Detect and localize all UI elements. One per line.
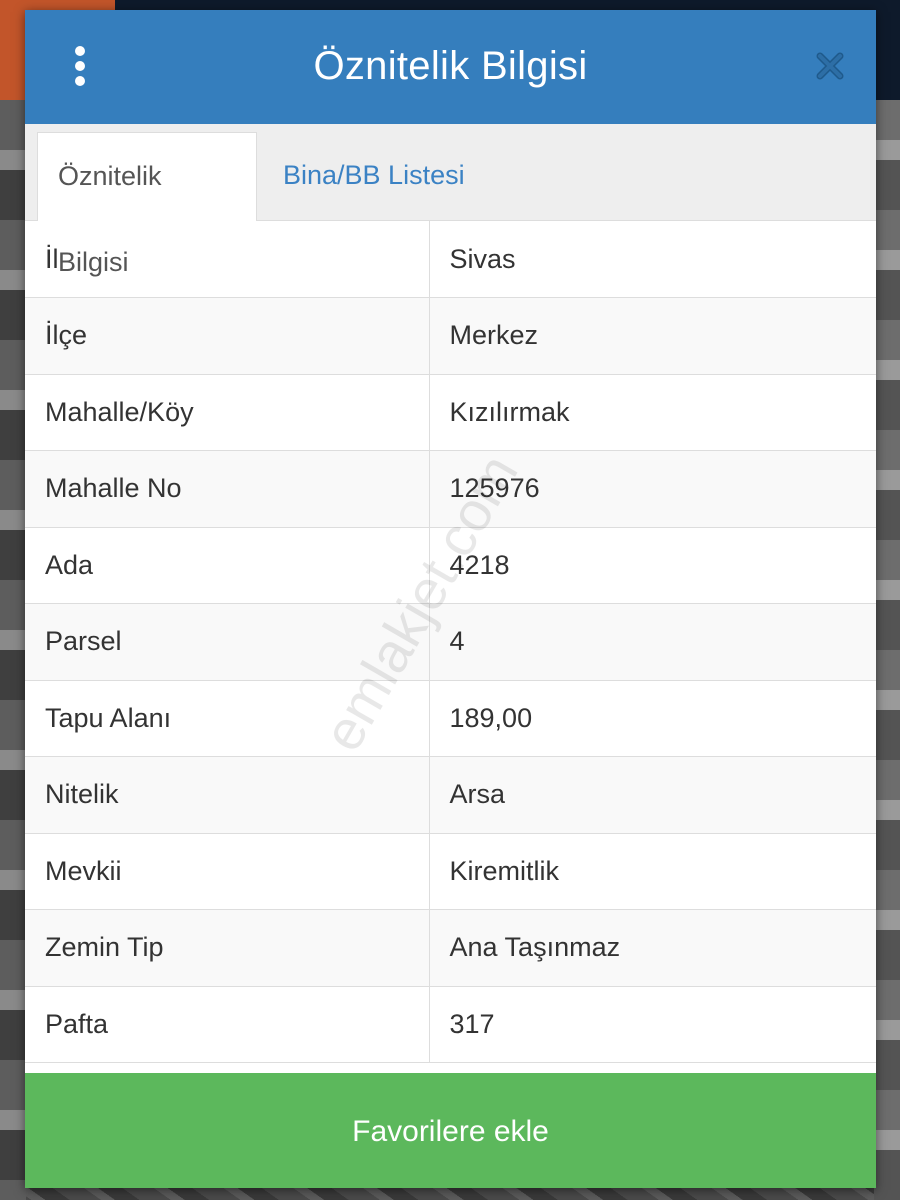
table-row: Mevkii Kiremitlik	[25, 833, 876, 910]
table-row: Parsel 4	[25, 603, 876, 681]
attribute-key: Zemin Tip	[25, 909, 430, 987]
attribute-value: 4	[429, 603, 876, 681]
attribute-key: Mahalle/Köy	[25, 374, 430, 451]
table-row: Ada 4218	[25, 527, 876, 604]
attribute-value: 189,00	[429, 680, 876, 757]
attribute-key: Nitelik	[25, 756, 430, 834]
attribute-table: İl Sivas İlçe Merkez Mahalle/Köy Kızılır…	[25, 221, 876, 1063]
attribute-value: Merkez	[429, 297, 876, 375]
attribute-key: İlçe	[25, 297, 430, 375]
tab-bar: Öznitelik Bilgisi Bina/BB Listesi	[25, 124, 876, 277]
attribute-value: Sivas	[429, 221, 876, 298]
attribute-key: Mahalle No	[25, 450, 430, 528]
attribute-value: Kiremitlik	[429, 833, 876, 910]
table-row: Mahalle No 125976	[25, 450, 876, 528]
dialog-header: Öznitelik Bilgisi	[25, 10, 876, 124]
attribute-key: Pafta	[25, 986, 430, 1063]
attribute-value: 125976	[429, 450, 876, 528]
close-button[interactable]	[814, 50, 846, 82]
attribute-value: Ana Taşınmaz	[429, 909, 876, 987]
attribute-dialog: Öznitelik Bilgisi Öznitelik Bilgisi Bina…	[25, 10, 876, 1188]
table-row: Zemin Tip Ana Taşınmaz	[25, 909, 876, 987]
table-row: Tapu Alanı 189,00	[25, 680, 876, 757]
add-to-favorites-button[interactable]: Favorilere ekle	[25, 1073, 876, 1188]
table-row: Mahalle/Köy Kızılırmak	[25, 374, 876, 451]
table-row: İlçe Merkez	[25, 297, 876, 375]
attribute-key: Ada	[25, 527, 430, 604]
attribute-key: Mevkii	[25, 833, 430, 910]
attribute-key: Parsel	[25, 603, 430, 681]
table-row: Nitelik Arsa	[25, 756, 876, 834]
attribute-key: Tapu Alanı	[25, 680, 430, 757]
attribute-value: 4218	[429, 527, 876, 604]
dialog-title: Öznitelik Bilgisi	[313, 44, 588, 88]
attribute-value: 317	[429, 986, 876, 1063]
map-left-strip	[0, 100, 26, 1200]
tab-building-list[interactable]: Bina/BB Listesi	[263, 132, 485, 220]
table-row: İl Sivas	[25, 221, 876, 298]
tab-attribute-info[interactable]: Öznitelik Bilgisi	[37, 132, 257, 277]
map-right-strip	[874, 100, 900, 1200]
table-row: Pafta 317	[25, 986, 876, 1063]
close-icon	[816, 52, 844, 80]
attribute-value: Arsa	[429, 756, 876, 834]
attribute-value: Kızılırmak	[429, 374, 876, 451]
